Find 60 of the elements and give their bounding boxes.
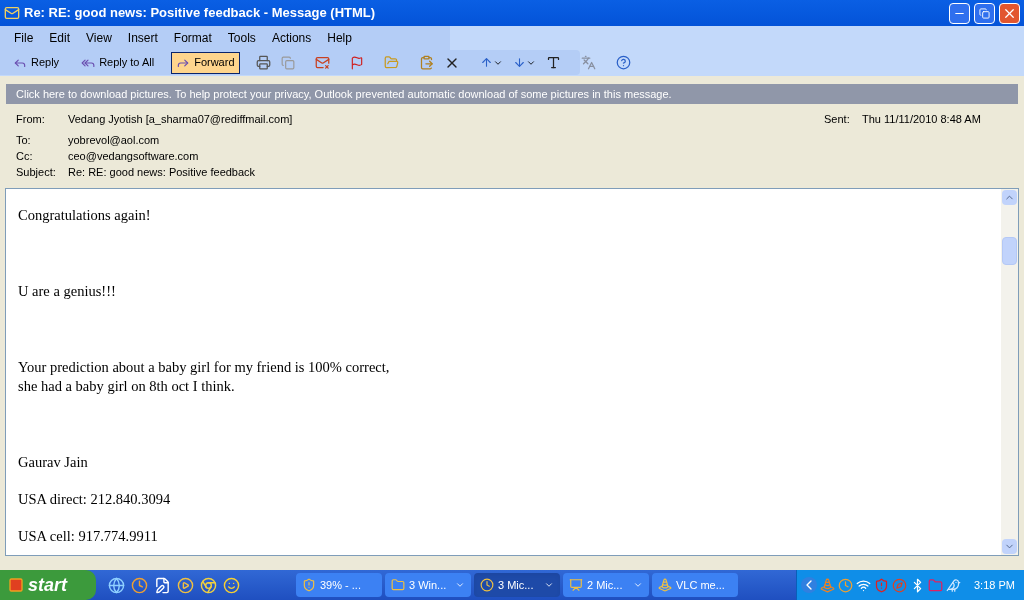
sent-value: Thu 11/11/2010 8:48 AM xyxy=(862,111,982,127)
envelope-icon xyxy=(4,5,20,21)
menu-item[interactable]: Edit xyxy=(43,29,77,47)
field-value: ceo@vedangsoftware.com xyxy=(68,148,199,164)
scroll-thumb[interactable] xyxy=(1002,237,1017,265)
toolbar-button[interactable]: Reply to All xyxy=(76,51,160,74)
field-value: Re: RE: good news: Positive feedback xyxy=(68,164,256,180)
field-label: Cc: xyxy=(16,148,34,164)
media-player-icon[interactable] xyxy=(177,576,194,594)
smiley-icon[interactable] xyxy=(223,576,240,594)
window-title: Re: RE: good news: Positive feedback - Message (HTML) xyxy=(24,4,377,23)
minimize-icon[interactable] xyxy=(949,2,970,24)
menu-item[interactable]: Help xyxy=(321,29,358,47)
folder-icon xyxy=(391,578,405,592)
menu-item[interactable]: View xyxy=(80,29,118,47)
chevron-icon[interactable] xyxy=(801,577,817,593)
wifi-icon[interactable] xyxy=(856,577,871,593)
body-text: USA cell: 917.774.9911 xyxy=(18,527,159,546)
bird-icon[interactable] xyxy=(946,577,961,593)
menu-item[interactable]: Format xyxy=(167,29,218,47)
task-button[interactable]: VLC me... xyxy=(652,573,738,597)
scroll-up-icon[interactable] xyxy=(1002,190,1017,205)
cone-icon xyxy=(658,578,672,592)
menu-item[interactable]: File xyxy=(8,29,40,47)
field-label: Subject: xyxy=(16,164,57,180)
toolbar-button[interactable]: Reply xyxy=(8,51,65,74)
scrollbar[interactable] xyxy=(1001,189,1018,555)
clock-icon[interactable] xyxy=(131,576,148,594)
presentation-icon xyxy=(569,578,583,592)
body-text: USA direct: 212.840.3094 xyxy=(18,490,172,509)
body-text: she had a baby girl on 8th oct I think. xyxy=(18,377,236,396)
from-value: Vedang Jyotish [a_sharma07@rediffmail.com] xyxy=(68,111,294,127)
clock-icon xyxy=(480,578,494,592)
clock-time: 3:18 PM xyxy=(973,577,1015,593)
menu-item[interactable]: Actions xyxy=(265,29,318,47)
start-button[interactable]: start xyxy=(0,570,96,600)
browser-icon[interactable] xyxy=(108,576,125,594)
shield-icon xyxy=(302,578,316,592)
document-icon[interactable] xyxy=(154,576,171,594)
body-text: Gaurav Jain xyxy=(18,453,89,472)
field-label: To: xyxy=(16,132,32,148)
restore-icon[interactable] xyxy=(974,2,995,24)
close-icon[interactable] xyxy=(999,2,1020,24)
sent-label: Sent: xyxy=(824,111,851,127)
task-button[interactable]: 2 Mic... xyxy=(563,573,649,597)
menu-item[interactable]: Insert xyxy=(121,29,164,47)
toolbar-button[interactable]: Forward xyxy=(171,51,240,74)
scroll-down-icon[interactable] xyxy=(1002,539,1017,554)
task-button[interactable]: 39% - ... xyxy=(296,573,382,597)
task-button[interactable]: 3 Win... xyxy=(385,573,471,597)
body-text: U are a genius!!! xyxy=(18,282,117,301)
chrome-icon[interactable] xyxy=(200,576,217,594)
menu-item[interactable]: Tools xyxy=(221,29,262,47)
task-button[interactable]: 3 Mic... xyxy=(474,573,560,597)
body-text: Congratulations again! xyxy=(18,206,152,225)
shield-icon[interactable] xyxy=(874,577,889,593)
from-label: From: xyxy=(16,111,46,127)
field-value: yobrevol@aol.com xyxy=(68,132,160,148)
body-text: Your prediction about a baby girl for my friend is 100% correct, xyxy=(18,358,391,377)
windows-logo-icon xyxy=(8,577,24,593)
